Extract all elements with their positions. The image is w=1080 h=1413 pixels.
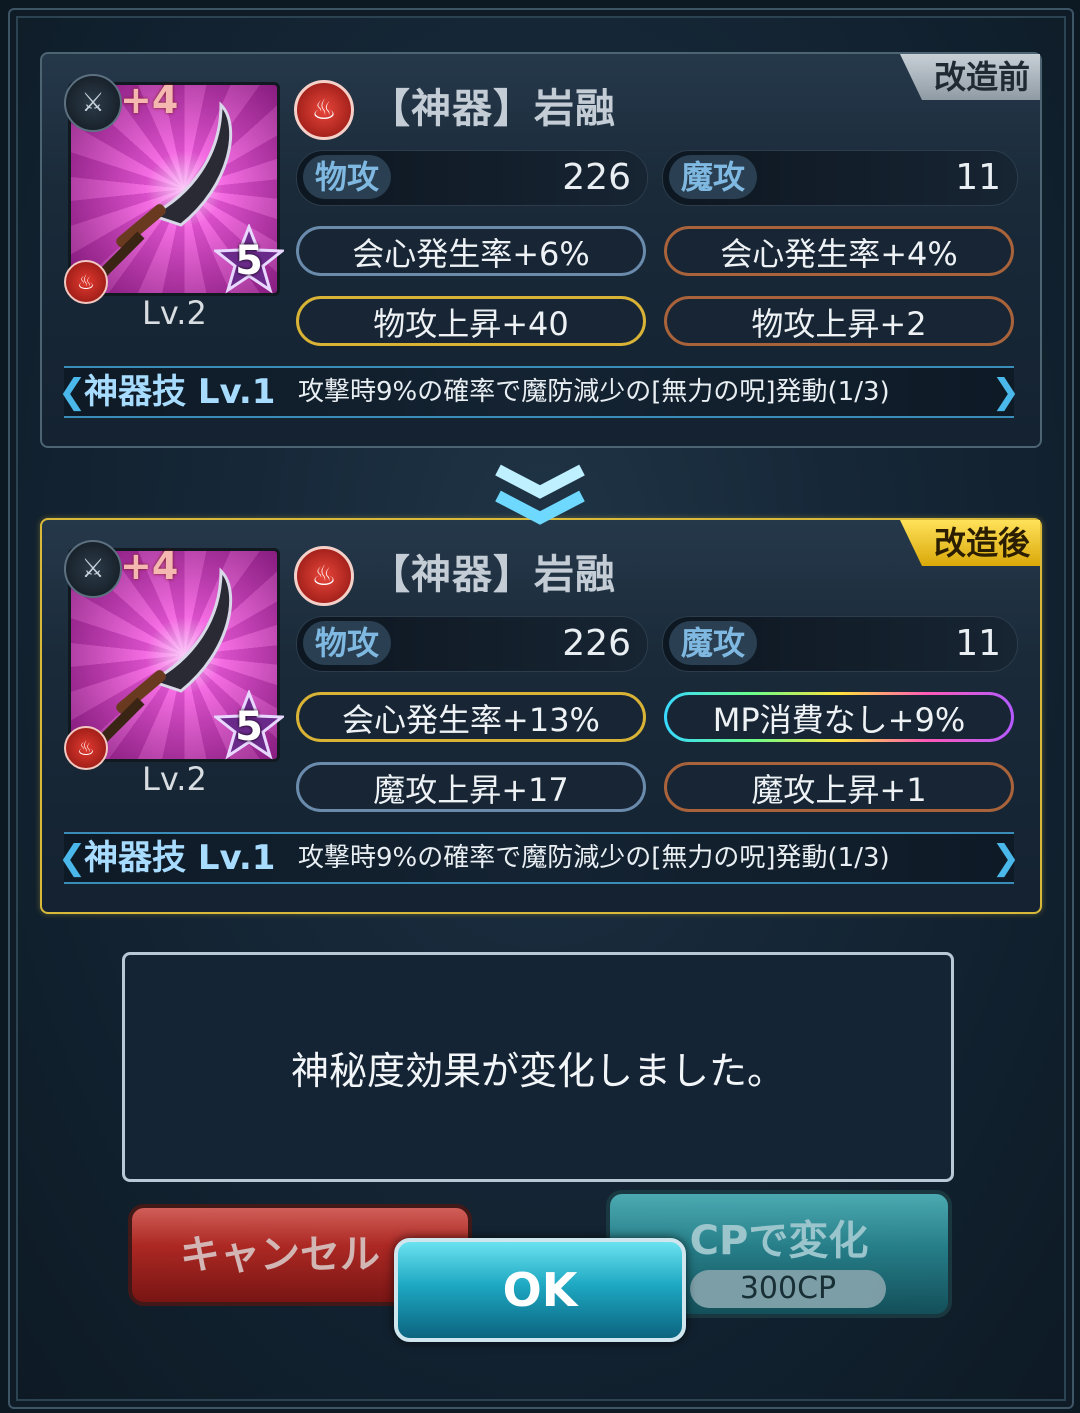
divine-skill-bar: ❮ 神器技 Lv.1 攻撃時9%の確率で魔防減少の[無力の呪]発動(1/3) ❯: [58, 366, 1020, 418]
weapon-category-icon: ⚔: [64, 540, 122, 598]
weapon-category-icon: ⚔: [64, 74, 122, 132]
item-level: Lv.2: [142, 760, 207, 798]
phys-attack-value: 226: [562, 623, 631, 664]
mag-attack-value: 11: [955, 157, 1001, 198]
skill-description: 攻撃時9%の確率で魔防減少の[無力の呪]発動(1/3): [298, 843, 890, 873]
skill-name: 神器技 Lv.1: [84, 838, 276, 878]
after-tag: 改造後: [899, 520, 1040, 566]
phys-attack-label: 物攻: [303, 621, 392, 665]
fire-element-icon: ♨: [294, 546, 354, 606]
chevron-left-icon: ❮: [58, 372, 87, 412]
phys-attack-stat: 物攻 226: [296, 150, 648, 206]
before-card: 改造前 +4 ⚔ 5 ♨ Lv.2 ♨ 【神器】岩融 物攻 226 魔攻 11 …: [40, 52, 1042, 448]
effect-slot-4: 魔攻上昇+1: [664, 762, 1014, 812]
mag-attack-value: 11: [955, 623, 1001, 664]
upgrade-level: +4: [120, 78, 179, 122]
mag-attack-label: 魔攻: [669, 621, 758, 665]
effect-slot-2: 会心発生率+4%: [664, 226, 1014, 276]
fire-element-small-icon: ♨: [64, 726, 108, 770]
item-name: 【神器】岩融: [370, 86, 616, 132]
divine-skill-bar: ❮ 神器技 Lv.1 攻撃時9%の確率で魔防減少の[無力の呪]発動(1/3) ❯: [58, 832, 1020, 884]
effect-slot-1: 会心発生率+6%: [296, 226, 646, 276]
skill-description: 攻撃時9%の確率で魔防減少の[無力の呪]発動(1/3): [298, 377, 890, 407]
effect-slot-3: 物攻上昇+40: [296, 296, 646, 346]
item-portrait[interactable]: +4 ⚔ 5 ♨ Lv.2: [64, 74, 284, 334]
rarity-value: 5: [235, 704, 263, 750]
item-level: Lv.2: [142, 294, 207, 332]
item-name: 【神器】岩融: [370, 552, 616, 598]
effect-slot-2: MP消費なし+9%: [664, 692, 1014, 742]
effect-slot-3: 魔攻上昇+17: [296, 762, 646, 812]
mag-attack-stat: 魔攻 11: [662, 616, 1018, 672]
rarity-value: 5: [235, 238, 263, 284]
cp-cost-badge: 300CP: [690, 1270, 886, 1308]
mag-attack-label: 魔攻: [669, 155, 758, 199]
phys-attack-label: 物攻: [303, 155, 392, 199]
chevron-right-icon: ❯: [991, 372, 1021, 412]
after-card: 改造後 +4 ⚔ 5 ♨ Lv.2 ♨ 【神器】岩融 物攻 226 魔攻 11 …: [40, 518, 1042, 914]
mag-attack-stat: 魔攻 11: [662, 150, 1018, 206]
effect-slot-4: 物攻上昇+2: [664, 296, 1014, 346]
phys-attack-stat: 物攻 226: [296, 616, 648, 672]
chevron-down-icon: [495, 464, 585, 525]
fire-element-small-icon: ♨: [64, 260, 108, 304]
result-message: 神秘度効果が変化しました。: [122, 952, 954, 1182]
chevron-left-icon: ❮: [58, 838, 87, 878]
fire-element-icon: ♨: [294, 80, 354, 140]
item-portrait[interactable]: +4 ⚔ 5 ♨ Lv.2: [64, 540, 284, 800]
chevron-right-icon: ❯: [991, 838, 1021, 878]
effect-slot-1: 会心発生率+13%: [296, 692, 646, 742]
ok-button[interactable]: OK: [394, 1238, 686, 1342]
skill-name: 神器技 Lv.1: [84, 372, 276, 412]
phys-attack-value: 226: [562, 157, 631, 198]
before-tag: 改造前: [899, 54, 1040, 100]
upgrade-level: +4: [120, 544, 179, 588]
